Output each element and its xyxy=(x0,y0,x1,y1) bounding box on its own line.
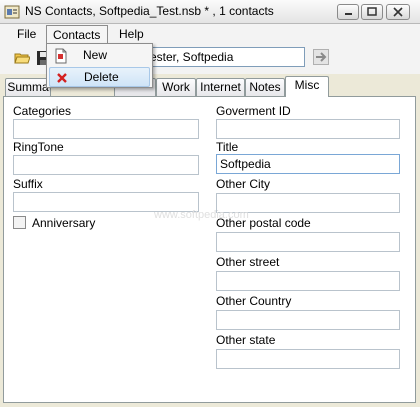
ringtone-label: RingTone xyxy=(13,140,64,154)
contacts-dropdown-menu: New Delete xyxy=(46,43,153,88)
anniversary-label: Anniversary xyxy=(32,216,96,230)
maximize-button[interactable] xyxy=(361,4,383,20)
menu-bar: File Contacts Help xyxy=(0,24,420,44)
tab-notes[interactable]: Notes xyxy=(245,78,285,96)
title-bar: NS Contacts, Softpedia_Test.nsb * , 1 co… xyxy=(0,0,420,24)
tab-internet[interactable]: Internet xyxy=(196,78,245,96)
app-icon xyxy=(4,5,20,19)
misc-panel: www.softpedia.com Categories RingTone Su… xyxy=(3,96,416,403)
contact-selector[interactable]: ester, Softpedia xyxy=(135,47,305,67)
open-folder-icon[interactable] xyxy=(14,50,30,66)
suffix-label: Suffix xyxy=(13,177,43,191)
menu-help[interactable]: Help xyxy=(113,25,150,43)
other-country-label: Other Country xyxy=(216,294,292,308)
close-icon xyxy=(393,7,403,17)
categories-label: Categories xyxy=(13,104,72,118)
title-field[interactable] xyxy=(216,154,400,174)
close-button[interactable] xyxy=(386,4,410,20)
government-id-label: Goverment ID xyxy=(216,104,291,118)
other-postal-code-field[interactable] xyxy=(216,232,400,252)
anniversary-checkbox[interactable] xyxy=(13,216,26,229)
title-label: Title xyxy=(216,140,239,154)
other-state-label: Other state xyxy=(216,333,276,347)
other-street-label: Other street xyxy=(216,255,280,269)
government-id-field[interactable] xyxy=(216,119,400,139)
menu-item-new-label: New xyxy=(83,48,108,62)
other-state-field[interactable] xyxy=(216,349,400,369)
tab-misc[interactable]: Misc xyxy=(285,76,329,97)
tab-summary[interactable]: Summa xyxy=(5,78,51,96)
other-country-field[interactable] xyxy=(216,310,400,330)
tab-work[interactable]: Work xyxy=(156,78,196,96)
categories-field[interactable] xyxy=(13,119,199,139)
menu-item-delete[interactable]: Delete xyxy=(49,67,150,87)
go-arrow-icon[interactable] xyxy=(313,49,329,65)
minimize-button[interactable] xyxy=(337,4,359,20)
other-street-field[interactable] xyxy=(216,271,400,291)
minimize-icon xyxy=(345,13,352,15)
other-city-label: Other City xyxy=(216,177,271,191)
ringtone-field[interactable] xyxy=(13,155,199,175)
new-contact-icon xyxy=(55,48,67,64)
menu-file[interactable]: File xyxy=(11,25,42,43)
window-title: NS Contacts, Softpedia_Test.nsb * , 1 co… xyxy=(25,4,274,18)
menu-item-delete-label: Delete xyxy=(84,70,119,84)
maximize-icon xyxy=(367,7,377,16)
menu-item-new[interactable]: New xyxy=(49,46,150,66)
watermark: www.softpedia.com xyxy=(154,209,249,221)
menu-contacts[interactable]: Contacts xyxy=(46,25,108,43)
delete-icon xyxy=(57,73,67,83)
